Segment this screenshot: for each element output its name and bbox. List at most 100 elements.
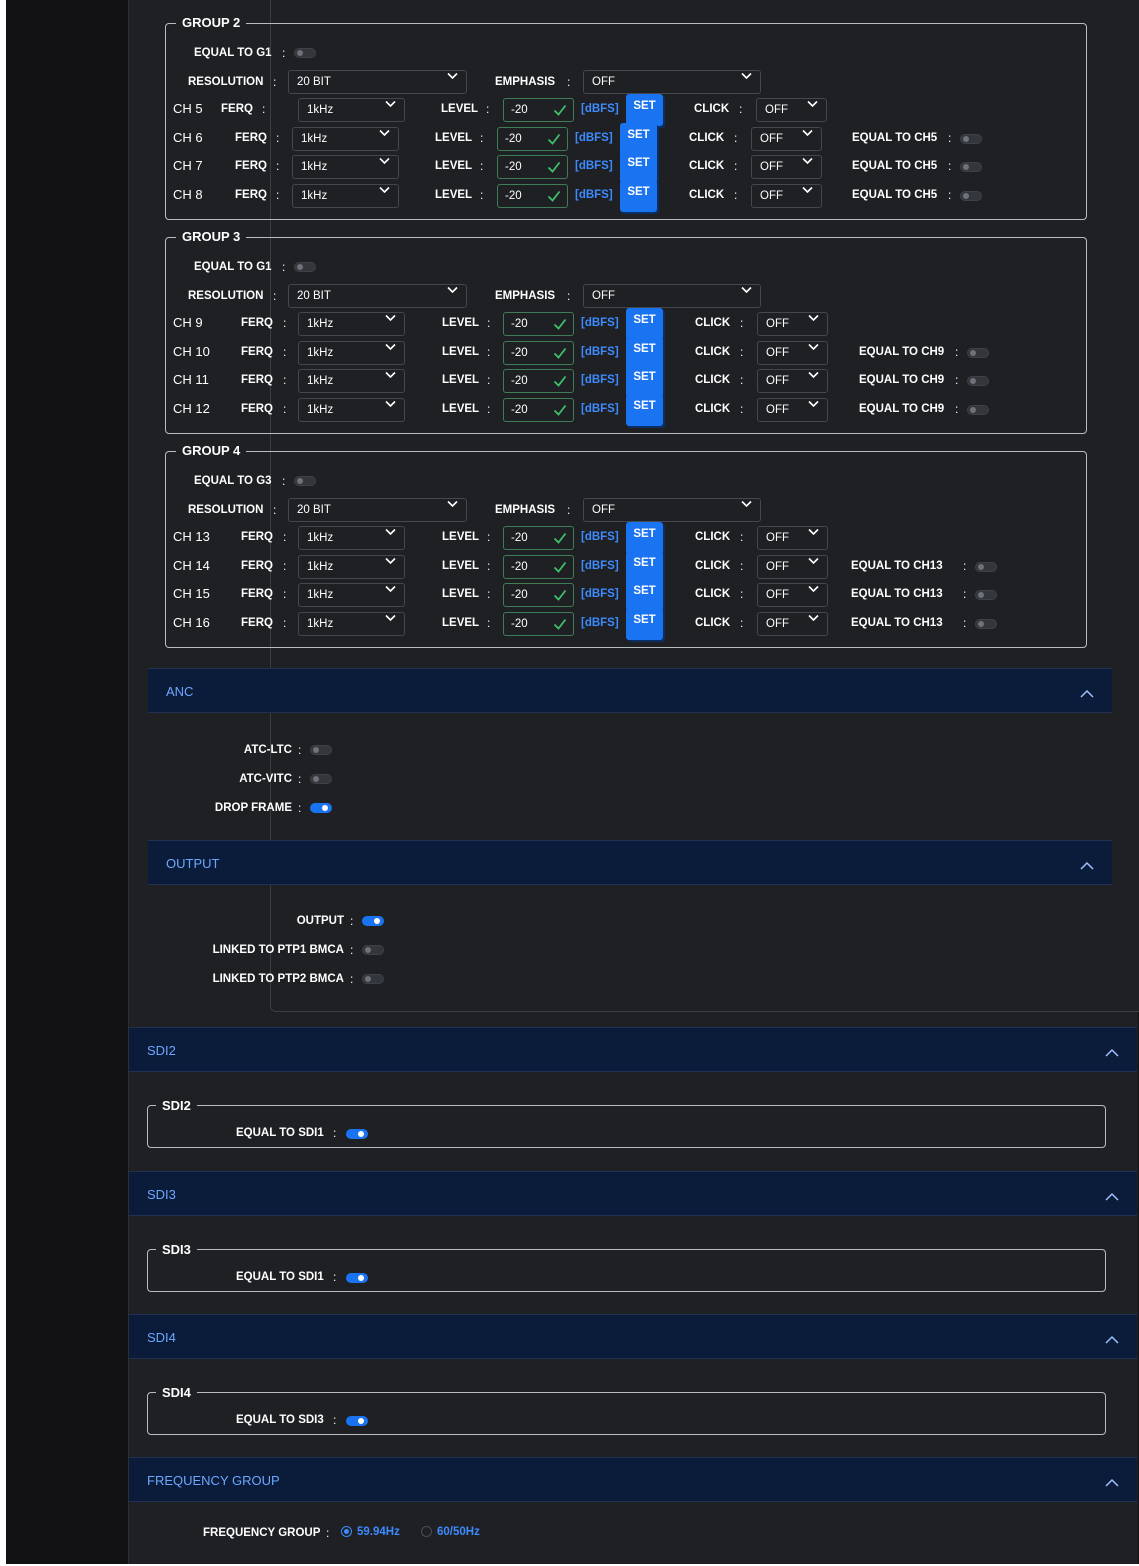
- resolution-label: RESOLUTION: [188, 76, 264, 88]
- set-button[interactable]: SET: [626, 393, 663, 426]
- emphasis-value: OFF: [592, 76, 615, 88]
- equal-to-channel-toggle[interactable]: [975, 561, 997, 572]
- colon-separator: :: [948, 130, 952, 145]
- click-select[interactable]: OFF: [751, 126, 822, 151]
- equal-to-group-toggle[interactable]: [294, 476, 316, 486]
- level-input[interactable]: -20: [503, 312, 574, 336]
- equal-to-channel-toggle[interactable]: [960, 133, 982, 144]
- chevron-up-icon[interactable]: [1105, 1044, 1119, 1062]
- equal-to-channel-toggle[interactable]: [967, 376, 989, 386]
- anc-option-toggle[interactable]: [310, 774, 332, 784]
- anc-section-header[interactable]: ANC: [148, 668, 1112, 713]
- resolution-select[interactable]: 20 BIT: [288, 284, 467, 308]
- output-option-toggle[interactable]: [362, 916, 384, 926]
- chevron-up-icon[interactable]: [1105, 1474, 1119, 1492]
- ferq-value: 1kHz: [307, 318, 334, 330]
- level-value: -20: [511, 589, 528, 601]
- ferq-select[interactable]: 1kHz: [292, 183, 399, 208]
- set-button[interactable]: SET: [620, 122, 657, 155]
- equal-to-channel-toggle[interactable]: [960, 162, 982, 172]
- equal-to-group-toggle[interactable]: [294, 48, 316, 58]
- set-button[interactable]: SET: [626, 579, 663, 611]
- click-select[interactable]: OFF: [757, 397, 828, 422]
- set-button[interactable]: SET: [626, 94, 663, 126]
- equal-to-channel-toggle[interactable]: [967, 347, 989, 358]
- ferq-select[interactable]: 1kHz: [298, 312, 405, 336]
- sdi3-section-header[interactable]: SDI3: [129, 1171, 1137, 1216]
- ferq-select[interactable]: 1kHz: [298, 369, 405, 393]
- equal-to-channel-toggle[interactable]: [975, 590, 997, 600]
- set-button[interactable]: SET: [626, 522, 663, 554]
- output-section-header[interactable]: OUTPUT: [148, 840, 1112, 885]
- set-button[interactable]: SET: [626, 550, 663, 583]
- ferq-select[interactable]: 1kHz: [298, 98, 405, 122]
- level-input[interactable]: -20: [503, 526, 574, 550]
- click-select[interactable]: OFF: [756, 98, 827, 122]
- ferq-select[interactable]: 1kHz: [298, 340, 405, 365]
- level-input[interactable]: -20: [503, 340, 574, 365]
- click-select[interactable]: OFF: [757, 583, 828, 607]
- level-input[interactable]: -20: [503, 397, 574, 422]
- anc-option-toggle[interactable]: [310, 745, 332, 755]
- equal-to-group-toggle[interactable]: [294, 262, 316, 272]
- ferq-select[interactable]: 1kHz: [298, 526, 405, 550]
- click-select[interactable]: OFF: [757, 369, 828, 393]
- level-input[interactable]: -20: [503, 98, 574, 122]
- resolution-select[interactable]: 20 BIT: [288, 70, 467, 94]
- level-input[interactable]: -20: [503, 583, 574, 607]
- equal-to-sdi-toggle[interactable]: [346, 1273, 368, 1283]
- click-select[interactable]: OFF: [757, 526, 828, 550]
- set-button[interactable]: SET: [626, 365, 663, 397]
- ferq-select[interactable]: 1kHz: [292, 155, 399, 179]
- level-input[interactable]: -20: [497, 155, 568, 179]
- channel-name: CH 6: [173, 129, 203, 145]
- click-select[interactable]: OFF: [751, 183, 822, 208]
- frequency-radio[interactable]: [421, 1526, 432, 1537]
- set-button[interactable]: SET: [620, 179, 657, 212]
- equal-to-channel-toggle[interactable]: [960, 190, 982, 201]
- chevron-up-icon[interactable]: [1080, 857, 1094, 875]
- ferq-select[interactable]: 1kHz: [298, 554, 405, 579]
- click-select[interactable]: OFF: [757, 312, 828, 336]
- resolution-select[interactable]: 20 BIT: [288, 498, 467, 522]
- sdi4-section-header[interactable]: SDI4: [129, 1314, 1137, 1359]
- set-button[interactable]: SET: [626, 308, 663, 340]
- output-option-toggle[interactable]: [362, 945, 384, 955]
- chevron-up-icon[interactable]: [1105, 1188, 1119, 1206]
- level-input[interactable]: -20: [503, 611, 574, 636]
- output-option-toggle[interactable]: [362, 974, 384, 984]
- colon-separator: :: [350, 914, 354, 928]
- level-input[interactable]: -20: [503, 554, 574, 579]
- level-input[interactable]: -20: [503, 369, 574, 393]
- dbfs-unit: [dBFS]: [575, 160, 613, 172]
- equal-to-channel-toggle[interactable]: [975, 618, 997, 629]
- ferq-select[interactable]: 1kHz: [298, 583, 405, 607]
- frequency-radio[interactable]: [341, 1526, 352, 1537]
- level-input[interactable]: -20: [497, 183, 568, 208]
- frequency-group-section-header[interactable]: FREQUENCY GROUP: [129, 1457, 1137, 1502]
- set-button[interactable]: SET: [626, 336, 663, 369]
- equal-to-sdi-toggle[interactable]: [346, 1416, 368, 1426]
- equal-to-sdi-toggle[interactable]: [346, 1129, 368, 1139]
- emphasis-select[interactable]: OFF: [583, 70, 761, 94]
- click-select[interactable]: OFF: [757, 611, 828, 636]
- chevron-up-icon[interactable]: [1105, 1331, 1119, 1349]
- sdi2-section-header[interactable]: SDI2: [129, 1027, 1137, 1072]
- toggle-knob: [297, 478, 303, 484]
- ferq-select[interactable]: 1kHz: [298, 611, 405, 636]
- ferq-select[interactable]: 1kHz: [298, 397, 405, 422]
- click-select[interactable]: OFF: [757, 340, 828, 365]
- click-select[interactable]: OFF: [757, 554, 828, 579]
- click-select[interactable]: OFF: [751, 155, 822, 179]
- colon-separator: :: [333, 1270, 337, 1284]
- emphasis-select[interactable]: OFF: [583, 498, 761, 522]
- anc-option-toggle[interactable]: [310, 803, 332, 813]
- ferq-select[interactable]: 1kHz: [292, 126, 399, 151]
- level-input[interactable]: -20: [497, 126, 568, 151]
- chevron-up-icon[interactable]: [1080, 685, 1094, 703]
- set-button[interactable]: SET: [626, 607, 663, 640]
- equal-to-channel-toggle[interactable]: [967, 404, 989, 415]
- emphasis-select[interactable]: OFF: [583, 284, 761, 308]
- set-button[interactable]: SET: [620, 151, 657, 183]
- equal-to-channel-label: EQUAL TO CH5: [852, 188, 938, 201]
